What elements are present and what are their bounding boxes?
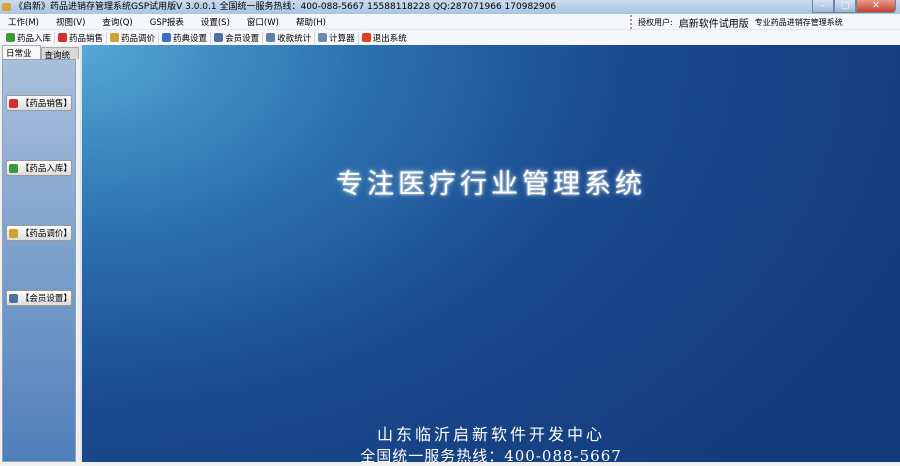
menu-help[interactable]: 帮助(H) [296,16,326,28]
toolbar-label: 会员设置 [225,33,260,44]
side-button-members[interactable]: 【会员设置】 [6,290,72,306]
minimize-button[interactable]: – [812,0,834,13]
menu-window[interactable]: 窗口(W) [247,16,279,28]
toolbar-label: 收款统计 [277,33,312,44]
menu-view[interactable]: 视图(V) [56,16,85,28]
maximize-button[interactable]: □ [834,0,856,13]
magnifier-icon [266,33,276,42]
stock-in-icon [9,163,18,173]
toolbar-button-1[interactable]: 药品销售 [55,31,108,44]
toolbar-label: 药品调价 [121,33,156,44]
side-button-label: 【药品调价】 [20,229,72,239]
toolbar-label: 药典设置 [173,33,208,44]
menu-query[interactable]: 查询(Q) [102,16,132,28]
menu-work[interactable]: 工作(M) [8,16,39,28]
side-button-label: 【药品销售】 [20,99,72,109]
product-name: 专业药品进销存管理系统 [754,17,843,27]
toolbar-label: 计算器 [329,33,355,44]
side-button-label: 【药品入库】 [20,164,72,174]
toolbar-button-7[interactable]: 退出系统 [359,32,410,44]
sales-icon [58,33,68,42]
toolbar-label: 药品销售 [69,33,104,44]
sidebar: 日常业务 查询统计 【药品销售】【药品入库】【药品调价】【会员设置】 [0,45,79,462]
toolbar-button-2[interactable]: 药品调价 [107,31,160,44]
globe-icon [162,33,172,42]
toolbar-button-6[interactable]: 计算器 [315,31,359,44]
toolbar-label: 退出系统 [372,33,407,44]
toolbar-button-5[interactable]: 收款统计 [263,31,316,44]
side-button-stock-in[interactable]: 【药品入库】 [6,160,72,176]
auth-user: 启新软件试用版 [678,18,749,30]
toolbar: 药品入库 药品销售 药品调价 药典设置 会员设置 收款统计 计算器 退出系统 [0,30,900,45]
sales-icon [9,98,18,108]
side-button-sales[interactable]: 【药品销售】 [6,95,72,111]
close-button[interactable]: ✕ [856,0,896,13]
main-area: 专注医疗行业管理系统 山东临沂启新软件开发中心 全国统一服务热线：400-088… [80,45,900,465]
pencil-icon [110,33,120,42]
window-title: 《启新》药品进销存管理系统GSP试用版V 3.0.0.1 全国统一服务热线：40… [14,2,557,12]
company-name: 山东临沂启新软件开发中心 [376,425,605,444]
toolbar-button-4[interactable]: 会员设置 [211,31,264,44]
calculator-icon [318,33,328,42]
toolbar-label: 药品入库 [17,33,52,44]
menu-gsp-report[interactable]: GSP报表 [150,16,184,28]
side-button-label: 【会员设置】 [20,294,72,304]
exit-icon [361,33,371,42]
auth-label: 授权用户: [638,17,673,27]
side-button-price-adjust[interactable]: 【药品调价】 [6,225,72,241]
tab-query-stats[interactable]: 查询统计 [40,47,79,73]
tab-daily-business[interactable]: 日常业务 [2,45,41,71]
members-icon [9,293,18,303]
pencil-icon [9,228,18,238]
slogan: 专注医疗行业管理系统 [336,169,646,200]
toolbar-button-3[interactable]: 药典设置 [159,31,212,44]
toolbar-button-0[interactable]: 药品入库 [3,31,56,44]
sidebar-panel: 【药品销售】 【药品入库】 【药品调价】 【会员设置】 [2,59,76,462]
license-info: 授权用户: 启新软件试用版 专业药品进销存管理系统 [630,15,843,30]
app-icon [2,3,11,11]
members-icon [214,33,224,42]
hotline: 全国统一服务热线：400-088-5667 [360,447,622,465]
menu-settings[interactable]: 设置(S) [201,16,230,28]
stock-in-icon [6,33,15,42]
title-bar: 《启新》药品进销存管理系统GSP试用版V 3.0.0.1 全国统一服务热线：40… [0,0,900,14]
